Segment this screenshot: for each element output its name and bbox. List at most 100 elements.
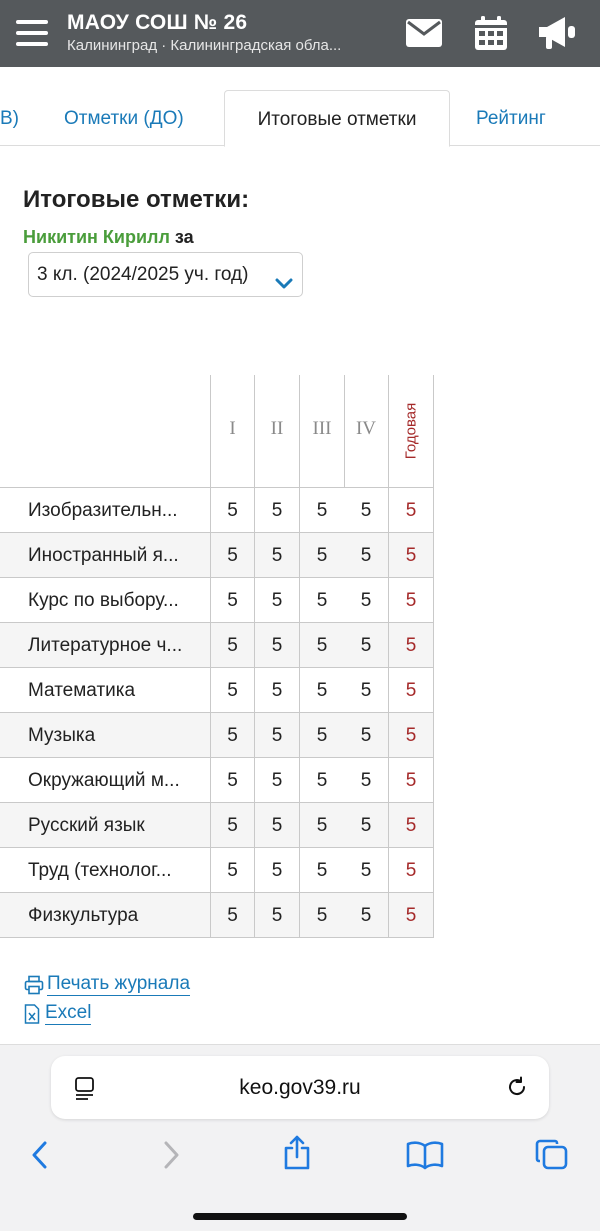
quarter-mark-cell[interactable]: 5 [210,803,255,848]
back-icon[interactable] [18,1133,62,1177]
tab-final-marks[interactable]: Итоговые отметки [224,90,450,147]
school-name: МАОУ СОШ № 26 [67,11,248,34]
subject-name: Окружающий м... [28,770,180,791]
column-header-label: I [229,418,236,439]
annual-mark-cell[interactable]: 5 [389,713,434,758]
subject-name: Литературное ч... [28,635,183,656]
quarter-mark-cell[interactable]: 5 [255,488,300,533]
quarter-mark-cell[interactable]: 5 [255,803,300,848]
quarter-mark-cell[interactable]: 5 [300,713,345,758]
chevron-down-icon [275,265,293,309]
bookmarks-icon[interactable] [403,1133,447,1177]
quarter-mark-cell[interactable]: 5 [300,533,345,578]
menu-icon[interactable] [16,18,50,48]
table-row: Музыка [0,713,210,758]
quarter-mark-cell[interactable]: 5 [210,488,255,533]
envelope-icon[interactable] [404,15,444,51]
quarter-mark-cell[interactable]: 5 [300,668,345,713]
quarter-mark-cell[interactable]: 5 [300,578,345,623]
quarter-mark-cell[interactable]: 5 [210,713,255,758]
excel-file-icon [24,1003,40,1024]
quarter-mark-cell[interactable]: 5 [344,488,389,533]
table-row: Физкультура [0,893,210,938]
tab-prev[interactable]: В) [0,90,19,146]
quarter-mark-cell[interactable]: 5 [255,623,300,668]
quarter-mark-cell[interactable]: 5 [344,713,389,758]
excel-label: Excel [45,1002,92,1025]
quarter-mark-cell[interactable]: 5 [344,533,389,578]
browser-toolbar: keo.gov39.ru [0,1044,600,1231]
quarter-mark-cell[interactable]: 5 [300,803,345,848]
column-header-label: III [312,418,332,439]
annual-mark-cell[interactable]: 5 [389,803,434,848]
quarter-mark-cell[interactable]: 5 [344,893,389,938]
subject-name: Математика [28,680,136,701]
table-row: Русский язык [0,803,210,848]
student-name[interactable]: Никитин Кирилл [23,227,170,247]
quarter-mark-cell[interactable]: 5 [210,893,255,938]
quarter-mark-cell[interactable]: 5 [210,623,255,668]
url-text: keo.gov39.ru [239,1076,361,1099]
annual-mark-cell[interactable]: 5 [389,623,434,668]
subject-name: Курс по выбору... [28,590,179,611]
annual-mark-cell[interactable]: 5 [389,533,434,578]
annual-mark-cell[interactable]: 5 [389,893,434,938]
reload-icon[interactable] [505,1075,529,1099]
quarter-mark-cell[interactable]: 5 [255,893,300,938]
subject-name: Русский язык [28,815,145,836]
quarter-mark-cell[interactable]: 5 [255,668,300,713]
quarter-mark-cell[interactable]: 5 [344,758,389,803]
calendar-icon[interactable] [471,15,511,51]
quarter-mark-cell[interactable]: 5 [210,848,255,893]
share-icon[interactable] [275,1131,319,1175]
subject-name: Изобразительн... [28,500,178,521]
quarter-mark-cell[interactable]: 5 [344,803,389,848]
tab-rating[interactable]: Рейтинг [476,90,546,146]
forward-icon[interactable] [149,1133,193,1177]
quarter-mark-cell[interactable]: 5 [255,578,300,623]
quarter-mark-cell[interactable]: 5 [344,623,389,668]
print-journal-label: Печать журнала [47,973,191,996]
table-row: Курс по выбору... [0,578,210,623]
tabs-icon[interactable] [530,1133,574,1177]
annual-mark-cell[interactable]: 5 [389,668,434,713]
quarter-mark-cell[interactable]: 5 [344,668,389,713]
home-indicator [193,1213,407,1220]
quarter-mark-cell[interactable]: 5 [300,488,345,533]
quarter-mark-cell[interactable]: 5 [255,758,300,803]
excel-link[interactable]: Excel [24,1002,92,1025]
year-select-value: 3 кл. (2024/2025 уч. год) [37,264,249,285]
quarter-mark-cell[interactable]: 5 [344,578,389,623]
quarter-mark-cell[interactable]: 5 [210,758,255,803]
quarter-mark-cell[interactable]: 5 [255,533,300,578]
quarter-mark-cell[interactable]: 5 [210,668,255,713]
tab-marks-do[interactable]: Отметки (ДО) [64,90,184,146]
subject-name: Музыка [28,725,96,746]
app-header: МАОУ СОШ № 26 Калининград · Калининградс… [0,0,600,67]
quarter-mark-cell[interactable]: 5 [300,893,345,938]
print-journal-link[interactable]: Печать журнала [24,973,191,996]
subject-name: Иностранный я... [28,545,179,566]
quarter-mark-cell[interactable]: 5 [255,713,300,758]
quarter-mark-cell[interactable]: 5 [300,758,345,803]
megaphone-icon[interactable] [537,15,577,51]
column-header-quarter: III [300,375,345,488]
table-row: Изобразительн... [0,488,210,533]
annual-mark-cell[interactable]: 5 [389,488,434,533]
column-header-label: Годовая [402,402,420,460]
quarter-mark-cell[interactable]: 5 [300,623,345,668]
annual-mark-cell[interactable]: 5 [389,578,434,623]
quarter-mark-cell[interactable]: 5 [210,533,255,578]
annual-mark-cell[interactable]: 5 [389,758,434,803]
quarter-mark-cell[interactable]: 5 [300,848,345,893]
annual-mark-cell[interactable]: 5 [389,848,434,893]
address-bar[interactable]: keo.gov39.ru [51,1056,549,1119]
quarter-mark-cell[interactable]: 5 [210,578,255,623]
printer-icon [24,975,44,995]
quarter-mark-cell[interactable]: 5 [255,848,300,893]
student-line: Никитин Кирилл за [23,227,194,248]
column-header-quarter: I [210,375,255,488]
quarter-mark-cell[interactable]: 5 [344,848,389,893]
table-row: Литературное ч... [0,623,210,668]
year-select[interactable]: 3 кл. (2024/2025 уч. год) [28,252,303,297]
